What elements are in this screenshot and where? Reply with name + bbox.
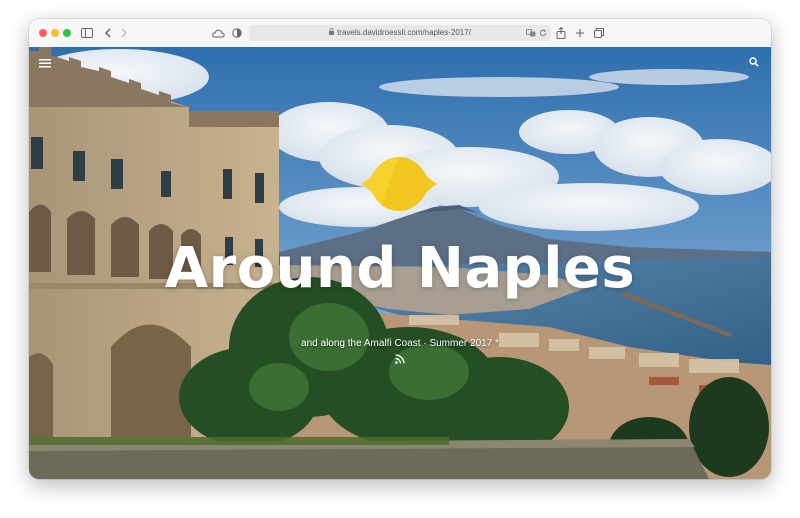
new-tab-icon[interactable]	[574, 25, 586, 41]
address-bar-text: travels.davidroessli.com/naples-2017/	[249, 25, 551, 41]
lock-icon	[329, 25, 335, 41]
tabs-icon[interactable]	[593, 25, 605, 41]
browser-window: travels.davidroessli.com/naples-2017/ Ar…	[29, 19, 771, 479]
forward-icon[interactable]	[119, 25, 129, 41]
translate-icon[interactable]	[525, 25, 537, 41]
share-icon[interactable]	[555, 25, 567, 41]
lemon-logo-icon[interactable]	[359, 154, 439, 214]
sidebar-icon[interactable]	[80, 25, 94, 41]
reload-icon[interactable]	[538, 25, 548, 41]
hero-section: Around Naples and along the Amalfi Coast…	[29, 47, 771, 479]
icloud-icon[interactable]	[211, 25, 225, 41]
minimize-window-button[interactable]	[51, 29, 59, 37]
browser-toolbar: travels.davidroessli.com/naples-2017/	[29, 19, 771, 48]
close-window-button[interactable]	[39, 29, 47, 37]
rss-icon[interactable]	[395, 351, 405, 364]
back-icon[interactable]	[103, 25, 113, 41]
url-text: travels.davidroessli.com/naples-2017/	[337, 28, 471, 38]
search-icon[interactable]	[749, 54, 759, 67]
address-bar[interactable]: travels.davidroessli.com/naples-2017/	[249, 25, 551, 41]
privacy-shield-icon[interactable]	[232, 25, 242, 41]
zoom-window-button[interactable]	[63, 29, 71, 37]
menu-icon[interactable]	[39, 55, 51, 68]
page-subtitle: and along the Amalfi Coast · Summer 2017…	[301, 338, 499, 349]
page-title: Around Naples	[164, 236, 636, 301]
